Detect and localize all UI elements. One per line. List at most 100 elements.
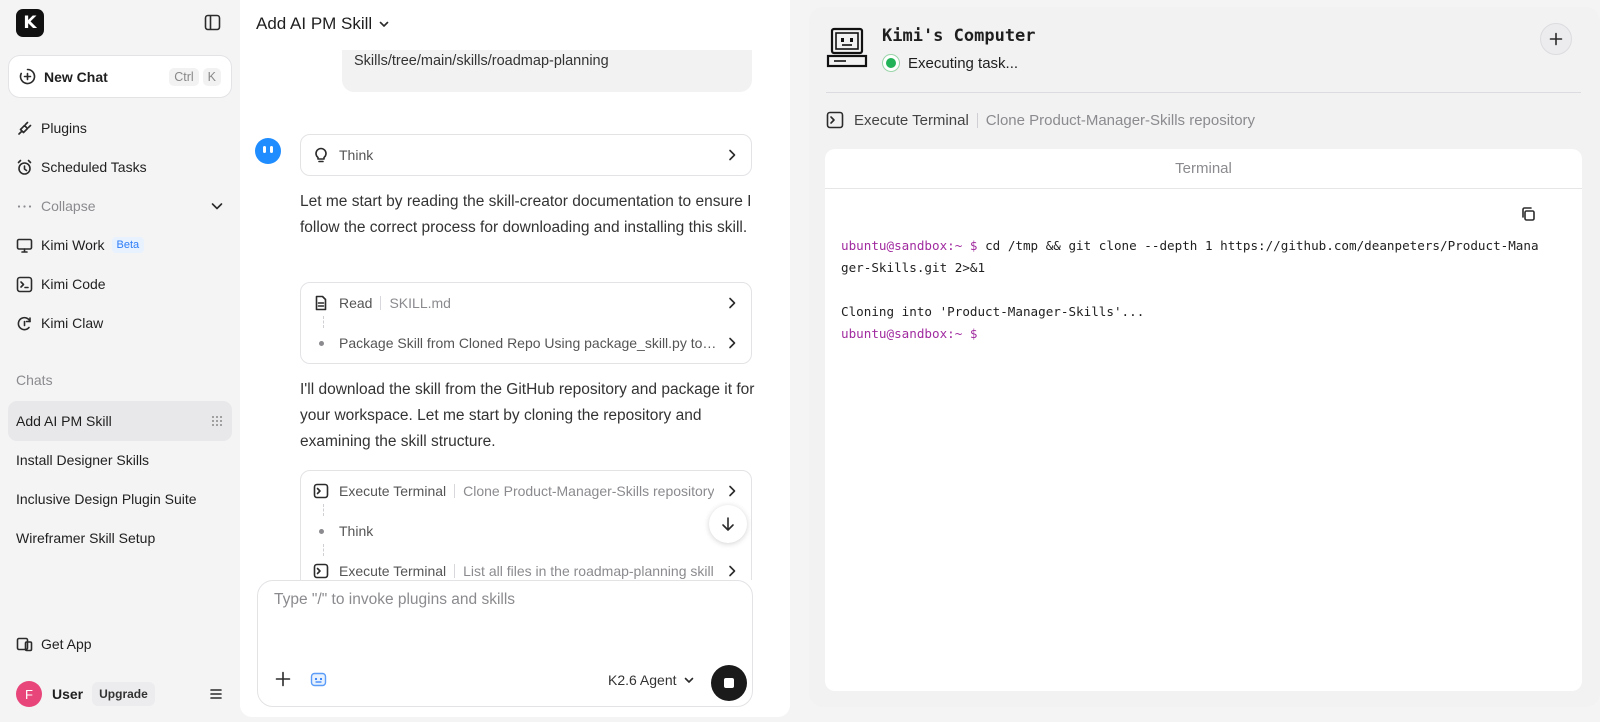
- avatar[interactable]: F: [16, 681, 42, 707]
- menu-icon[interactable]: [208, 686, 224, 702]
- shortcut-key-ctrl: Ctrl: [169, 67, 199, 86]
- beta-badge: Beta: [111, 237, 145, 253]
- chat-item-label: Install Designer Skills: [16, 452, 150, 468]
- assistant-avatar: [255, 138, 281, 164]
- think-label: Think: [339, 147, 374, 163]
- sidebar-toggle-icon[interactable]: [204, 14, 221, 31]
- new-chat-shortcut: Ctrl K: [169, 67, 221, 86]
- chevron-down-icon: [211, 203, 223, 210]
- chats-heading: Chats: [16, 372, 53, 388]
- sidebar-item-label: Kimi Code: [41, 276, 106, 292]
- copy-icon[interactable]: [1520, 206, 1536, 222]
- chat-item-label: Wireframer Skill Setup: [16, 530, 156, 546]
- get-app-button[interactable]: Get App: [8, 626, 232, 662]
- step-file-label: SKILL.md: [389, 295, 451, 311]
- terminal-prompt: ubuntu@sandbox:~ $: [841, 238, 978, 253]
- model-select[interactable]: K2.6 Agent: [608, 672, 695, 688]
- step-desc-label: Clone Product-Manager-Skills repository: [463, 483, 715, 499]
- package-step-row[interactable]: Package Skill from Cloned Repo Using pac…: [301, 323, 751, 363]
- step-action-label: Think: [339, 523, 374, 539]
- scroll-to-bottom-button[interactable]: [709, 505, 747, 543]
- shortcut-key-k: K: [202, 67, 221, 86]
- chevron-right-icon: [729, 485, 736, 497]
- claw-icon: [17, 316, 31, 330]
- terminal-output-line: Cloning into 'Product-Manager-Skills'...: [841, 304, 1145, 319]
- add-button[interactable]: [1540, 23, 1572, 55]
- sidebar-item-plugins[interactable]: Plugins: [8, 110, 232, 146]
- status-indicator-icon: [882, 54, 900, 72]
- sidebar-item-label: Scheduled Tasks: [41, 159, 147, 175]
- stop-button[interactable]: [711, 665, 747, 701]
- chat-item-inclusive-design-plugin-suite[interactable]: Inclusive Design Plugin Suite: [8, 479, 232, 519]
- chevron-right-icon: [729, 337, 736, 349]
- terminal-icon: [313, 563, 329, 579]
- sidebar-item-kimi-code[interactable]: Kimi Code: [8, 266, 232, 302]
- monitor-icon: [16, 238, 33, 253]
- message-input[interactable]: [274, 591, 734, 609]
- grip-icon[interactable]: [210, 414, 224, 428]
- robot-face-icon[interactable]: [310, 671, 327, 688]
- execute-step-row-2[interactable]: Execute Terminal List all files in the r…: [301, 551, 751, 580]
- sidebar-item-label: Plugins: [41, 120, 87, 136]
- chevron-right-icon: [729, 565, 736, 577]
- new-chat-label: New Chat: [44, 68, 108, 85]
- message-composer: K2.6 Agent: [257, 580, 753, 707]
- stop-icon: [724, 678, 734, 688]
- plug-icon: [18, 121, 32, 135]
- chevron-down-icon: [684, 677, 693, 683]
- terminal-title: Terminal: [1175, 160, 1232, 177]
- action-desc: Clone Product-Manager-Skills repository: [985, 111, 1256, 129]
- step-action-label: Execute Terminal: [339, 483, 447, 499]
- think-step-row[interactable]: Think: [301, 511, 751, 551]
- step-desc-label: List all files in the roadmap-planning s…: [463, 563, 714, 579]
- assistant-paragraph: Let me start by reading the skill-creato…: [300, 193, 752, 236]
- chat-item-wireframer-skill-setup[interactable]: Wireframer Skill Setup: [8, 518, 232, 558]
- device-icon: [16, 637, 33, 651]
- chat-item-install-designer-skills[interactable]: Install Designer Skills: [8, 440, 232, 480]
- user-message-text: Skills/tree/main/skills/roadmap-planning: [354, 53, 609, 69]
- plus-icon: [1549, 32, 1563, 46]
- upgrade-button[interactable]: Upgrade: [92, 682, 155, 706]
- sidebar-item-kimi-claw[interactable]: Kimi Claw: [8, 305, 232, 341]
- chat-title: Add AI PM Skill: [256, 14, 373, 33]
- execute-step-row[interactable]: Execute Terminal Clone Product-Manager-S…: [301, 471, 751, 511]
- plus-icon[interactable]: [274, 670, 292, 688]
- chat-title-dropdown[interactable]: Add AI PM Skill: [256, 14, 390, 34]
- sidebar-item-kimi-work[interactable]: Kimi Work Beta: [8, 227, 232, 263]
- get-app-label: Get App: [41, 636, 92, 652]
- assistant-paragraph: I'll download the skill from the GitHub …: [300, 381, 755, 450]
- arrow-down-icon: [722, 517, 734, 531]
- step-action-label: Read: [339, 295, 373, 311]
- chevron-right-icon: [729, 149, 736, 161]
- avatar-letter: F: [25, 686, 33, 702]
- user-profile[interactable]: F User Upgrade: [16, 680, 224, 708]
- model-select-label: K2.6 Agent: [608, 672, 677, 688]
- terminal-icon: [313, 483, 329, 499]
- terminal-header: Terminal: [825, 149, 1582, 189]
- chat-panel: Skills/tree/main/skills/roadmap-planning…: [240, 0, 790, 717]
- chat-item-label: Add AI PM Skill: [16, 413, 112, 429]
- sidebar: K New Chat Ctrl K Plugins Scheduled Task…: [0, 0, 240, 722]
- terminal-icon: [826, 111, 844, 129]
- chevron-down-icon: [379, 21, 389, 27]
- terminal-icon: [16, 276, 33, 292]
- think-card[interactable]: Think: [300, 134, 752, 176]
- read-step-row[interactable]: Read SKILL.md: [301, 283, 751, 323]
- chat-item-label: Inclusive Design Plugin Suite: [16, 491, 197, 507]
- read-step-card[interactable]: Read SKILL.md Package Skill from Cloned …: [300, 282, 752, 364]
- sidebar-item-scheduled-tasks[interactable]: Scheduled Tasks: [8, 149, 232, 185]
- sidebar-item-collapse[interactable]: Collapse: [8, 188, 232, 224]
- chat-scroll-area[interactable]: Skills/tree/main/skills/roadmap-planning…: [240, 0, 790, 580]
- step-dot: [313, 528, 329, 534]
- execute-step-card[interactable]: Execute Terminal Clone Product-Manager-S…: [300, 470, 752, 580]
- divider: [826, 92, 1581, 93]
- document-icon: [315, 295, 327, 311]
- chevron-right-icon: [729, 297, 736, 309]
- terminal-window[interactable]: Terminal ubuntu@sandbox:~ $ cd /tmp && g…: [825, 149, 1582, 691]
- step-action-label: Package Skill from Cloned Repo Using pac…: [339, 335, 719, 351]
- current-action: Execute Terminal Clone Product-Manager-S…: [826, 111, 1255, 129]
- action-label: Execute Terminal: [854, 111, 969, 129]
- new-chat-button[interactable]: New Chat Ctrl K: [8, 55, 232, 98]
- kimi-logo[interactable]: K: [16, 9, 44, 37]
- chat-item-add-ai-pm-skill[interactable]: Add AI PM Skill: [8, 401, 232, 441]
